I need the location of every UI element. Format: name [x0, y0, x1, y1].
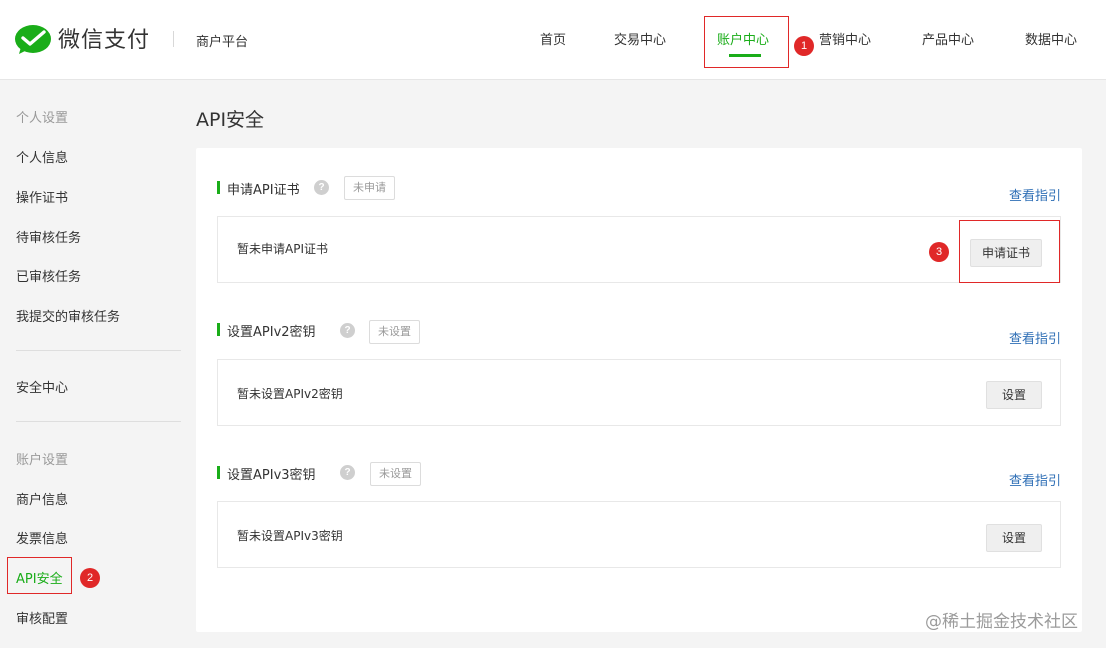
nav-active-indicator: [729, 54, 761, 57]
status-badge-api-cert: 未申请: [344, 176, 395, 200]
platform-name: 商户平台: [196, 35, 249, 50]
set-apiv3-button[interactable]: 设置: [986, 524, 1042, 552]
nav-home[interactable]: 首页: [540, 29, 566, 48]
section-title-api-cert: 申请API证书: [227, 183, 300, 198]
section-marker: [217, 181, 220, 194]
sidebar-group-personal: 个人设置: [16, 111, 69, 126]
apiv2-empty-text: 暂未设置APIv2密钥: [237, 387, 343, 401]
sidebar-item-my-submitted[interactable]: 我提交的审核任务: [16, 306, 120, 325]
apiv3-empty-text: 暂未设置APIv3密钥: [237, 529, 343, 543]
section-marker: [217, 466, 220, 479]
nav-products[interactable]: 产品中心: [922, 29, 974, 48]
nav-account-center[interactable]: 账户中心: [717, 29, 769, 48]
sidebar-item-merchant-info[interactable]: 商户信息: [16, 489, 68, 508]
brand-name: 微信支付: [58, 28, 151, 53]
step-badge-3: 3: [929, 242, 949, 262]
nav-transactions[interactable]: 交易中心: [614, 29, 666, 48]
view-guide-link-apiv2[interactable]: 查看指引: [1009, 328, 1061, 347]
sidebar-item-invoice-info[interactable]: 发票信息: [16, 528, 68, 547]
sidebar-item-personal-info[interactable]: 个人信息: [16, 147, 68, 166]
apply-cert-button[interactable]: 申请证书: [970, 239, 1042, 267]
api-cert-empty-text: 暂未申请API证书: [237, 242, 328, 256]
section-marker: [217, 323, 220, 336]
help-icon[interactable]: ?: [314, 180, 329, 195]
set-apiv2-button[interactable]: 设置: [986, 381, 1042, 409]
status-badge-apiv3: 未设置: [370, 462, 421, 486]
watermark: @稀土掘金技术社区: [925, 612, 1078, 632]
step-badge-2: 2: [80, 568, 100, 588]
nav-data[interactable]: 数据中心: [1025, 29, 1077, 48]
wechat-pay-logo-icon: [15, 25, 51, 54]
view-guide-link-apiv3[interactable]: 查看指引: [1009, 470, 1061, 489]
apiv2-panel: [217, 359, 1061, 426]
help-icon[interactable]: ?: [340, 323, 355, 338]
help-icon[interactable]: ?: [340, 465, 355, 480]
section-title-apiv3: 设置APIv3密钥: [227, 468, 316, 483]
sidebar-item-pending-review[interactable]: 待审核任务: [16, 227, 81, 246]
sidebar-divider: [16, 350, 181, 351]
step-badge-1: 1: [794, 36, 814, 56]
sidebar-item-operation-cert[interactable]: 操作证书: [16, 187, 68, 206]
sidebar-item-reviewed[interactable]: 已审核任务: [16, 266, 81, 285]
brand-divider: [173, 31, 174, 47]
sidebar-item-review-config[interactable]: 审核配置: [16, 608, 68, 627]
apiv3-panel: [217, 501, 1061, 568]
sidebar-item-api-security[interactable]: API安全: [16, 568, 63, 587]
sidebar-group-account: 账户设置: [16, 453, 69, 468]
sidebar-item-security-center[interactable]: 安全中心: [16, 377, 68, 396]
section-title-apiv2: 设置APIv2密钥: [227, 325, 316, 340]
sidebar-divider: [16, 421, 181, 422]
nav-marketing[interactable]: 营销中心: [819, 29, 871, 48]
view-guide-link-api-cert[interactable]: 查看指引: [1009, 185, 1061, 204]
page-title: API安全: [196, 109, 265, 131]
top-navigation-bar: 微信支付 商户平台 首页 交易中心 账户中心 营销中心 产品中心 数据中心: [0, 0, 1106, 80]
status-badge-apiv2: 未设置: [369, 320, 420, 344]
